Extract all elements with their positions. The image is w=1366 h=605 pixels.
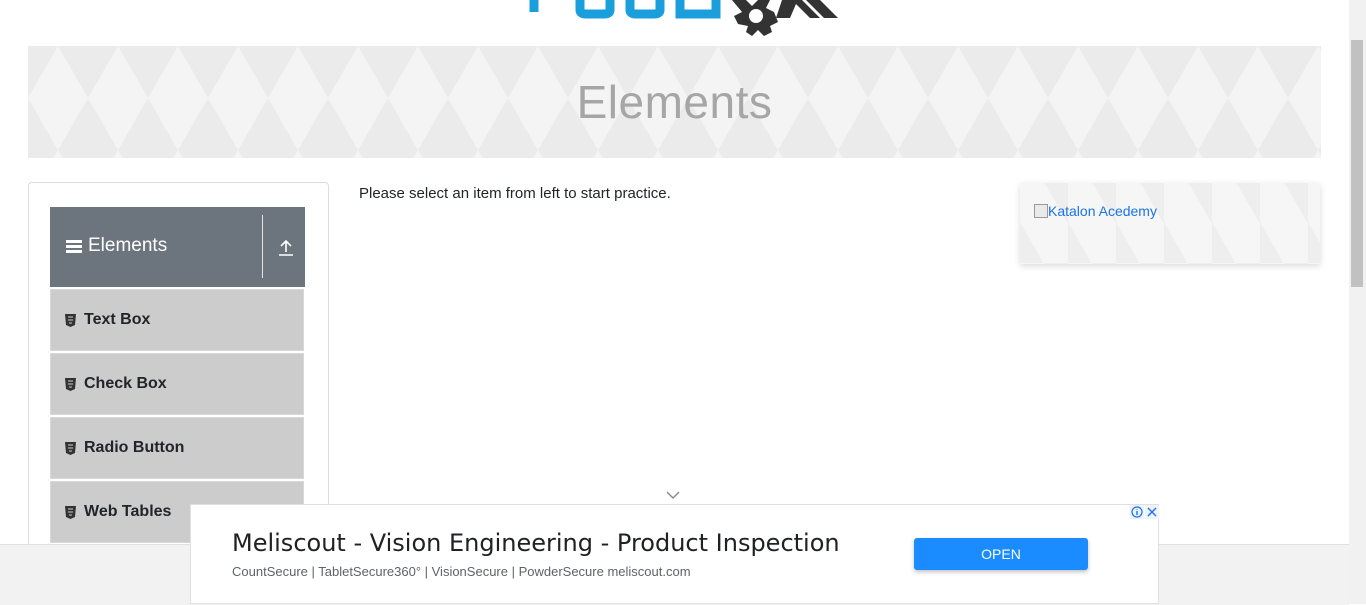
sidebar-item-label: Web Tables — [84, 503, 172, 520]
ad-subtext[interactable]: CountSecure | TabletSecure360° | VisionS… — [232, 564, 691, 579]
html5-icon — [65, 505, 76, 519]
scrollbar-thumb[interactable] — [1351, 40, 1363, 287]
vertical-scrollbar[interactable] — [1349, 0, 1366, 604]
menu-icon — [66, 239, 82, 253]
collapse-arrow-up-icon[interactable] — [278, 239, 294, 257]
ad-alt-text: Katalon Acedemy — [1048, 203, 1157, 219]
sidebar-item-text-box[interactable]: Text Box — [50, 289, 304, 351]
sidebar-item-check-box[interactable]: Check Box — [50, 353, 304, 415]
chevron-down-icon[interactable] — [666, 490, 680, 500]
html5-icon — [65, 441, 76, 455]
sidebar-group-label: Elements — [88, 235, 168, 256]
ad-open-button[interactable]: OPEN — [914, 538, 1088, 570]
intro-text: Please select an item from left to start… — [359, 185, 671, 202]
page-title: Elements — [576, 76, 773, 128]
sidebar-group-title: Elements — [66, 235, 167, 257]
page-banner: Elements — [28, 46, 1321, 158]
divider — [262, 215, 263, 278]
sidebar-item-label: Text Box — [84, 311, 151, 328]
sidebar-group-header-elements[interactable]: Elements — [50, 207, 305, 287]
sidebar-item-label: Check Box — [84, 375, 167, 392]
toolsqa-logo[interactable] — [520, 0, 850, 38]
side-ad-banner[interactable]: Katalon Acedemy — [1020, 183, 1320, 264]
bottom-ad-banner[interactable]: Meliscout - Vision Engineering - Product… — [190, 504, 1159, 604]
katalon-ad-link[interactable]: Katalon Acedemy — [1034, 203, 1157, 219]
sidebar-item-label: Radio Button — [84, 439, 185, 456]
broken-image-icon — [1034, 204, 1048, 218]
html5-icon — [65, 377, 76, 391]
ad-info-icon[interactable] — [1130, 505, 1144, 519]
sidebar-item-radio-button[interactable]: Radio Button — [50, 417, 304, 479]
ad-headline[interactable]: Meliscout - Vision Engineering - Product… — [232, 529, 840, 557]
html5-icon — [65, 313, 76, 327]
ad-close-icon[interactable] — [1145, 505, 1159, 519]
